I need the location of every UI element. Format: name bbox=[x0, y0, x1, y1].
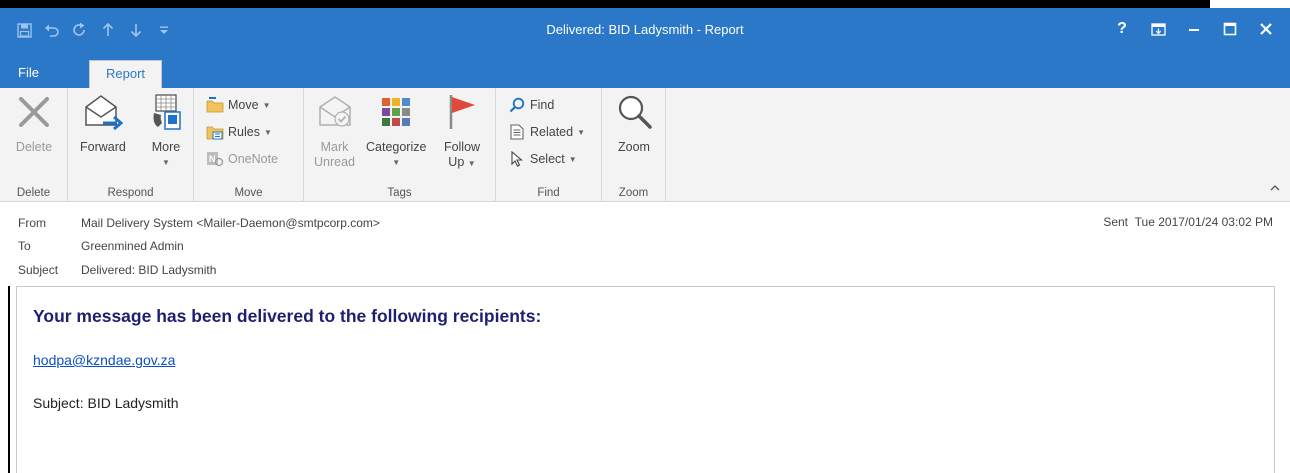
onenote-icon: N bbox=[206, 150, 224, 168]
close-button[interactable] bbox=[1248, 16, 1284, 42]
more-respond-button[interactable]: More ▼ bbox=[146, 92, 186, 170]
group-label-delete: Delete bbox=[16, 187, 51, 199]
group-label-find: Find bbox=[537, 187, 560, 199]
group-tags: Mark Unread Categorize ▼ Follow Up ▼ Tag… bbox=[304, 88, 496, 202]
tab-report[interactable]: Report bbox=[89, 60, 163, 88]
svg-text:N: N bbox=[209, 154, 216, 164]
onenote-button[interactable]: N OneNote bbox=[206, 148, 278, 170]
message-header: From Mail Delivery System <Mailer-Daemon… bbox=[0, 203, 1290, 283]
body-subject-line: Subject: BID Ladysmith bbox=[33, 395, 179, 411]
find-button[interactable]: Find bbox=[508, 94, 554, 116]
move-button[interactable]: Move ▼ bbox=[206, 94, 271, 116]
mark-unread-icon bbox=[315, 92, 355, 132]
group-zoom: Zoom Zoom bbox=[602, 88, 666, 202]
sent-label: Sent bbox=[1103, 215, 1128, 229]
group-move: Move ▼ Rules ▼ N OneNote Move bbox=[194, 88, 304, 202]
top-border bbox=[0, 0, 1210, 8]
zoom-button[interactable]: Zoom bbox=[614, 92, 654, 155]
mark-unread-button[interactable]: Mark Unread bbox=[314, 92, 355, 170]
from-value[interactable]: Mail Delivery System <Mailer-Daemon@smtp… bbox=[81, 216, 380, 230]
subject-label: Subject bbox=[18, 263, 59, 277]
more-dropdown-arrow: ▼ bbox=[162, 158, 170, 167]
forward-mail-icon bbox=[83, 92, 123, 132]
group-label-move: Move bbox=[234, 187, 263, 199]
categorize-dropdown-arrow: ▼ bbox=[392, 158, 401, 167]
group-delete: Delete Delete bbox=[0, 88, 68, 202]
window-edge bbox=[8, 286, 10, 473]
delivery-heading: Your message has been delivered to the f… bbox=[33, 306, 542, 326]
delete-icon bbox=[14, 92, 54, 132]
tab-file[interactable]: File bbox=[2, 60, 55, 88]
recipient-link[interactable]: hodpa@kzndae.gov.za bbox=[33, 352, 175, 368]
categorize-button[interactable]: Categorize ▼ bbox=[366, 92, 426, 170]
zoom-magnifier-icon bbox=[614, 92, 654, 132]
search-icon bbox=[508, 96, 526, 114]
title-bar: Delivered: BID Ladysmith - Report ? bbox=[0, 8, 1290, 56]
help-button[interactable]: ? bbox=[1104, 16, 1140, 42]
maximize-button[interactable] bbox=[1212, 16, 1248, 42]
to-label: To bbox=[18, 239, 31, 253]
window-controls: ? bbox=[1104, 16, 1284, 42]
ribbon: Delete Delete Forward More ▼ Respond Mov… bbox=[0, 88, 1290, 202]
to-value[interactable]: Greenmined Admin bbox=[81, 239, 184, 253]
group-find: Find Related ▼ Select ▼ Find bbox=[496, 88, 602, 202]
group-respond: Forward More ▼ Respond bbox=[68, 88, 194, 202]
rules-icon bbox=[206, 123, 224, 141]
related-document-icon bbox=[508, 123, 526, 141]
minimize-button[interactable] bbox=[1176, 16, 1212, 42]
ribbon-tabs: File Report bbox=[0, 56, 1290, 88]
related-button[interactable]: Related ▼ bbox=[508, 121, 585, 143]
group-label-tags: Tags bbox=[387, 187, 412, 199]
sent-value: Tue 2017/01/24 03:02 PM bbox=[1134, 215, 1273, 229]
message-body[interactable]: Your message has been delivered to the f… bbox=[16, 286, 1275, 473]
follow-up-button[interactable]: Follow Up ▼ bbox=[442, 92, 482, 171]
from-label: From bbox=[18, 216, 46, 230]
select-button[interactable]: Select ▼ bbox=[508, 148, 577, 170]
move-folder-icon bbox=[206, 96, 224, 114]
subject-value: Delivered: BID Ladysmith bbox=[81, 263, 217, 277]
more-respond-icon bbox=[146, 92, 186, 132]
collapse-ribbon-icon[interactable] bbox=[1270, 184, 1280, 195]
forward-button[interactable]: Forward bbox=[80, 92, 126, 155]
cursor-icon bbox=[508, 150, 526, 168]
follow-up-flag-icon bbox=[442, 92, 482, 132]
window-title: Delivered: BID Ladysmith - Report bbox=[546, 22, 744, 37]
rules-button[interactable]: Rules ▼ bbox=[206, 121, 272, 143]
delete-button[interactable]: Delete bbox=[14, 92, 54, 155]
ribbon-display-options-button[interactable] bbox=[1140, 16, 1176, 42]
group-label-respond: Respond bbox=[107, 187, 154, 199]
categorize-icon bbox=[376, 92, 416, 132]
group-label-zoom: Zoom bbox=[618, 187, 649, 199]
